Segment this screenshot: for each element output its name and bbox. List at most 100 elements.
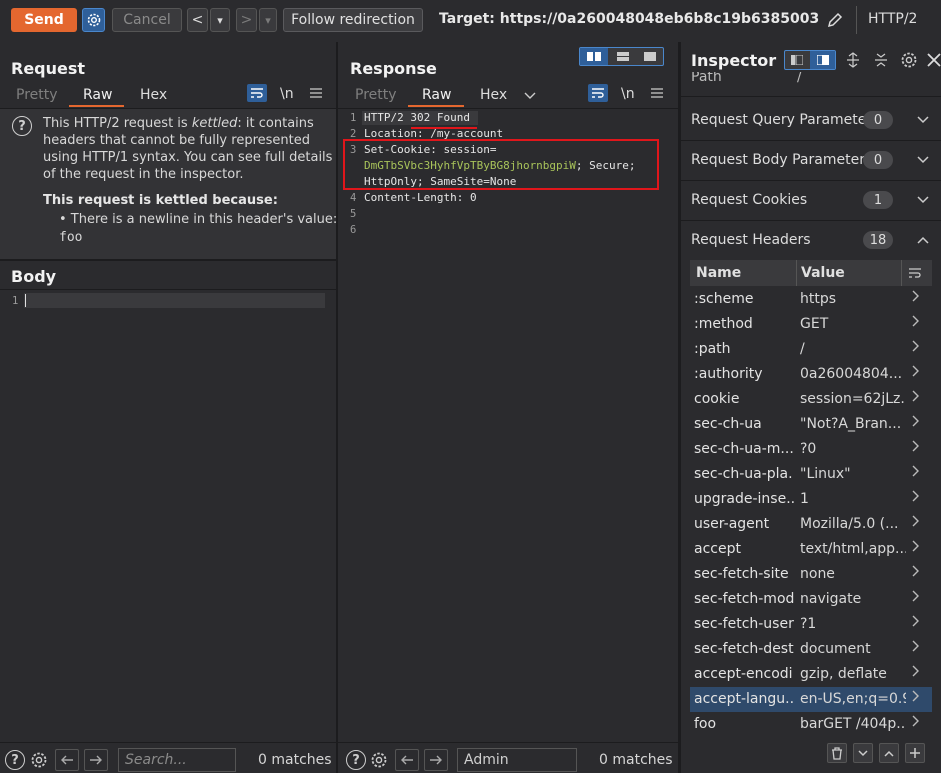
delete-header-button[interactable] [827, 743, 847, 763]
forward-history-dropdown[interactable]: ▾ [259, 8, 277, 32]
header-row[interactable]: sec-ch-ua-pla... "Linux" [690, 462, 932, 487]
layout-top-bottom-button[interactable] [609, 48, 636, 65]
header-row[interactable]: cookie session=62jLz... [690, 387, 932, 412]
inspector-layout-list-button[interactable] [785, 51, 809, 69]
header-row[interactable]: sec-fetch-dest document [690, 637, 932, 662]
protocol-label[interactable]: HTTP/2 [868, 11, 917, 27]
header-row[interactable]: sec-fetch-user ?1 [690, 612, 932, 637]
previous-match-button[interactable] [55, 749, 79, 771]
count-badge: 18 [863, 231, 893, 249]
chevron-right-icon[interactable] [912, 590, 920, 602]
chevron-right-icon[interactable] [912, 665, 920, 677]
request-tab-pretty[interactable]: Pretty [16, 87, 58, 103]
panel-divider[interactable] [336, 42, 338, 773]
request-tab-hex[interactable]: Hex [140, 87, 167, 103]
chevron-right-icon[interactable] [912, 440, 920, 452]
response-search-input[interactable]: Admin [457, 748, 577, 772]
request-search-input[interactable]: Search... [118, 748, 236, 772]
cancel-button[interactable]: Cancel [112, 8, 182, 32]
header-row[interactable]: foo barGET /404p... [690, 712, 932, 737]
chevron-right-icon[interactable] [912, 465, 920, 477]
chevron-right-icon[interactable] [912, 715, 920, 727]
response-newline-toggle[interactable]: \n [621, 86, 635, 102]
header-row[interactable]: user-agent Mozilla/5.0 (... [690, 512, 932, 537]
header-row[interactable]: :path / [690, 337, 932, 362]
request-menu-button[interactable] [308, 85, 324, 101]
response-more-tabs-dropdown[interactable] [522, 88, 538, 104]
help-icon[interactable]: ? [5, 750, 25, 770]
request-newline-toggle[interactable]: \n [280, 86, 294, 102]
chevron-right-icon[interactable] [912, 415, 920, 427]
expand-all-button[interactable] [844, 50, 862, 70]
header-row[interactable]: sec-ch-ua "Not?A_Bran... [690, 412, 932, 437]
wrap-lines-icon[interactable] [908, 267, 922, 279]
next-match-button[interactable] [424, 749, 448, 771]
follow-redirection-button[interactable]: Follow redirection [283, 8, 423, 32]
inspector-layout-panel-button[interactable] [810, 51, 835, 69]
back-history-dropdown[interactable]: ▾ [210, 8, 230, 32]
chevron-right-icon[interactable] [912, 490, 920, 502]
chevron-right-icon[interactable] [912, 690, 920, 702]
column-name[interactable]: Name [696, 265, 741, 281]
chevron-right-icon[interactable] [912, 615, 920, 627]
search-settings-button[interactable] [28, 749, 50, 771]
chevron-right-icon[interactable] [912, 315, 920, 327]
section-request-headers[interactable]: Request Headers 18 [681, 220, 941, 260]
chevron-right-icon[interactable] [912, 515, 920, 527]
body-editor[interactable] [24, 293, 325, 308]
header-value: text/html,app... [800, 541, 906, 557]
collapse-all-button[interactable] [872, 50, 890, 70]
request-wrap-toggle[interactable] [247, 84, 267, 102]
section-request-cookies[interactable]: Request Cookies 1 [681, 180, 941, 220]
add-header-button[interactable] [905, 743, 925, 763]
header-row[interactable]: sec-fetch-site none [690, 562, 932, 587]
chevron-down-icon [917, 116, 929, 124]
response-tab-raw[interactable]: Raw [422, 87, 451, 103]
inspector-title: Inspector [691, 51, 777, 70]
inspector-settings-button[interactable] [899, 50, 919, 70]
column-value[interactable]: Value [801, 265, 845, 281]
settings-gear-button[interactable] [82, 8, 105, 32]
next-match-button[interactable] [84, 749, 108, 771]
header-row[interactable]: :method GET [690, 312, 932, 337]
request-tab-raw[interactable]: Raw [83, 87, 112, 103]
status-code: 302 Found [410, 111, 470, 124]
back-button[interactable]: < [187, 8, 208, 32]
gear-icon [901, 52, 917, 68]
move-up-button[interactable] [879, 743, 899, 763]
chevron-right-icon[interactable] [912, 365, 920, 377]
header-name: sec-ch-ua [694, 416, 762, 432]
header-row[interactable]: :scheme https [690, 287, 932, 312]
help-icon[interactable]: ? [346, 750, 366, 770]
chevron-right-icon[interactable] [912, 290, 920, 302]
header-row[interactable]: :authority 0a26004804... [690, 362, 932, 387]
chevron-right-icon[interactable] [912, 390, 920, 402]
previous-match-button[interactable] [395, 749, 419, 771]
layout-side-by-side-button[interactable] [580, 48, 608, 65]
chevron-right-icon[interactable] [912, 565, 920, 577]
send-button[interactable]: Send [11, 8, 77, 32]
header-row[interactable]: accept-langu... en-US,en;q=0.9 [690, 687, 932, 712]
inspector-close-button[interactable] [927, 50, 941, 70]
header-row[interactable]: sec-fetch-mode navigate [690, 587, 932, 612]
chevron-right-icon[interactable] [912, 340, 920, 352]
search-settings-button[interactable] [368, 749, 390, 771]
chevron-right-icon[interactable] [912, 640, 920, 652]
header-row[interactable]: accept text/html,app... [690, 537, 932, 562]
response-tab-hex[interactable]: Hex [480, 87, 507, 103]
chevron-right-icon[interactable] [912, 540, 920, 552]
response-menu-button[interactable] [649, 85, 665, 101]
edit-target-button[interactable] [824, 9, 846, 31]
section-request-query-parameters[interactable]: Request Query Parameters 0 [681, 100, 941, 140]
response-tab-pretty[interactable]: Pretty [355, 87, 397, 103]
section-request-body-parameters[interactable]: Request Body Parameters 0 [681, 140, 941, 180]
header-row[interactable]: sec-ch-ua-m... ?0 [690, 437, 932, 462]
rows-icon [616, 52, 629, 61]
response-wrap-toggle[interactable] [588, 84, 608, 102]
request-match-count: 0 matches [258, 752, 332, 768]
forward-button[interactable]: > [236, 8, 257, 32]
header-row[interactable]: accept-encodi... gzip, deflate [690, 662, 932, 687]
header-row[interactable]: upgrade-inse... 1 [690, 487, 932, 512]
layout-tabs-button[interactable] [637, 48, 663, 65]
move-down-button[interactable] [853, 743, 873, 763]
